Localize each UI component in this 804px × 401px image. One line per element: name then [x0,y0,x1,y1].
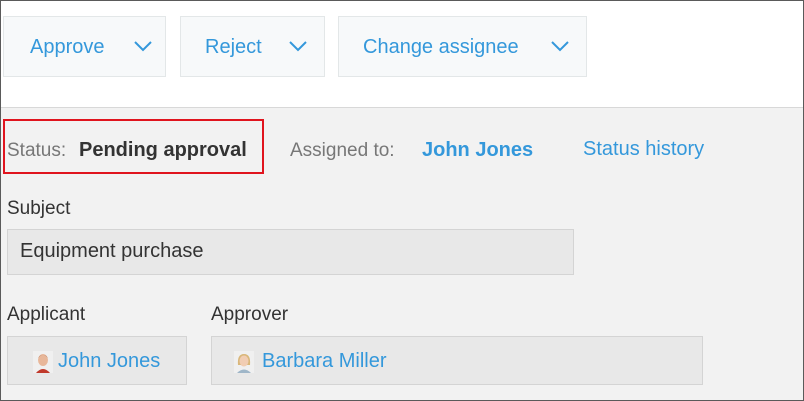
approver-label: Approver [211,304,289,325]
applicant-field: John Jones [7,336,187,385]
approver-field: Barbara Miller [211,336,703,385]
applicant-label: Applicant [7,304,86,325]
change-assignee-button[interactable]: Change assignee [338,16,587,77]
status-label: Status: [7,140,67,161]
chevron-down-icon[interactable] [289,40,307,52]
application-window: Approve Reject Change assignee Status: P… [0,0,804,401]
action-toolbar: Approve Reject Change assignee [1,1,803,107]
assigned-to-link[interactable]: John Jones [422,139,533,162]
status-history-link[interactable]: Status history [583,138,704,161]
status-value: Pending approval [79,139,247,161]
approve-button-label: Approve [30,36,105,58]
change-assignee-button-label: Change assignee [363,36,519,58]
reject-button[interactable]: Reject [180,16,325,77]
reject-button-label: Reject [205,36,262,58]
subject-field: Equipment purchase [7,229,574,275]
female-avatar-icon [234,351,254,373]
male-avatar-icon [33,351,53,373]
assigned-to-label: Assigned to: [290,140,395,161]
chevron-down-icon[interactable] [551,40,569,52]
subject-label: Subject [7,198,71,219]
applicant-name-link[interactable]: John Jones [58,350,160,373]
approve-button[interactable]: Approve [3,16,166,77]
chevron-down-icon[interactable] [134,40,152,52]
approver-name-link[interactable]: Barbara Miller [262,350,386,373]
